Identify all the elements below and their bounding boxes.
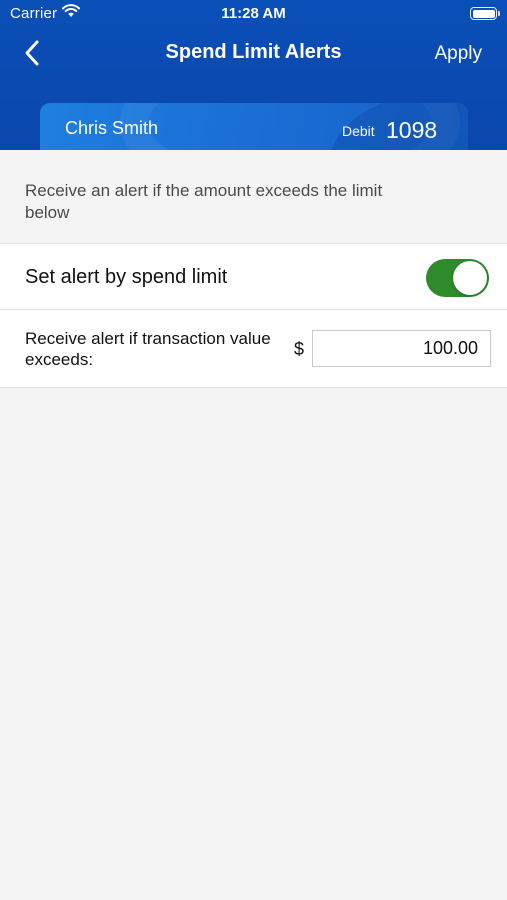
spend-limit-switch[interactable] [426, 259, 489, 297]
switch-knob [453, 261, 487, 295]
intro-text: Receive an alert if the amount exceeds t… [25, 181, 383, 222]
amount-input[interactable] [312, 330, 491, 367]
status-bar: Carrier 11:28 AM [0, 0, 507, 28]
apply-button[interactable]: Apply [434, 43, 482, 65]
currency-symbol: $ [294, 339, 305, 359]
card-last-digits: 1098 [386, 117, 438, 143]
toggle-label: Set alert by spend limit [25, 266, 228, 288]
status-time: 11:28 AM [221, 5, 286, 22]
card-type-label: Debit [342, 123, 375, 139]
amount-label: Receive alert if transaction value excee… [25, 329, 271, 369]
page-title: Spend Limit Alerts [165, 41, 342, 63]
header: Carrier 11:28 AM Spend Limit Alerts Appl… [0, 0, 507, 150]
card-holder-name: Chris Smith [65, 118, 159, 138]
intro-section: Receive an alert if the amount exceeds t… [0, 150, 507, 243]
debit-card-preview: Chris Smith Debit 1098 [40, 103, 468, 150]
spend-limit-toggle-row: Set alert by spend limit [0, 243, 507, 310]
battery-icon [470, 7, 500, 20]
amount-row: Receive alert if transaction value excee… [0, 310, 507, 388]
